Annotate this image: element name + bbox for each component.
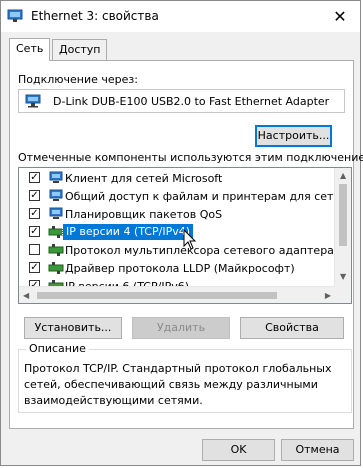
close-button[interactable]: ✕ — [320, 1, 360, 32]
list-item[interactable]: ✓ IP версии 4 (TCP/IPv4) — [19, 223, 335, 242]
list-item-label: IP версии 4 (TCP/IPv4) — [61, 223, 195, 241]
checkbox[interactable]: ✓ — [29, 208, 40, 219]
ok-button[interactable]: OK — [202, 439, 275, 461]
list-item[interactable]: ✓ Драйвер протокола LLDP (Майкрософт) — [19, 260, 335, 278]
network-protocol-icon — [48, 244, 64, 256]
list-item[interactable]: ✓ Планировщик пакетов QoS — [19, 206, 335, 224]
list-item-label: Клиент для сетей Microsoft — [65, 172, 223, 185]
description-text: Протокол TCP/IP. Стандартный протокол гл… — [24, 362, 332, 407]
cancel-button[interactable]: Отмена — [281, 439, 354, 461]
scroll-thumb[interactable] — [37, 292, 277, 299]
scroll-left-icon[interactable]: ◀ — [23, 291, 29, 300]
network-protocol-icon — [48, 262, 64, 274]
properties-dialog: Ethernet 3: свойства ✕ Сеть Доступ Подкл… — [0, 0, 363, 466]
scroll-right-icon[interactable]: ▶ — [325, 291, 331, 300]
connect-using-label: Подключение через: — [18, 73, 138, 86]
list-item[interactable]: Протокол мультиплексора сетевого адаптер… — [19, 242, 351, 260]
description-title: Описание — [26, 342, 89, 355]
network-service-icon — [49, 189, 63, 201]
network-client-icon — [49, 171, 63, 183]
list-item-label: Драйвер протокола LLDP (Майкрософт) — [65, 262, 295, 275]
tab-sharing[interactable]: Доступ — [52, 39, 108, 60]
uninstall-button: Удалить — [132, 317, 230, 339]
network-adapter-icon — [25, 94, 41, 108]
adapter-name: D-Link DUB-E100 USB2.0 to Fast Ethernet … — [53, 95, 330, 108]
horizontal-scrollbar[interactable]: ◀ ▶ — [19, 286, 335, 303]
scrollbar-corner — [334, 286, 351, 303]
list-item-label: Протокол мультиплексора сетевого адаптер… — [65, 244, 352, 257]
checkbox[interactable]: ✓ — [29, 190, 40, 201]
checkbox[interactable]: ✓ — [29, 262, 40, 273]
checkbox[interactable]: ✓ — [29, 172, 40, 183]
checkbox[interactable] — [29, 244, 40, 255]
window-title: Ethernet 3: свойства — [31, 9, 159, 23]
configure-button[interactable]: Настроить... — [255, 125, 332, 147]
list-item-label: Планировщик пакетов QoS — [65, 208, 223, 221]
vertical-scrollbar[interactable]: ▲ ▼ — [334, 168, 351, 286]
list-item[interactable]: ✓ Клиент для сетей Microsoft — [19, 170, 335, 188]
properties-button[interactable]: Свойства — [240, 317, 344, 339]
scroll-up-icon[interactable]: ▲ — [340, 171, 346, 180]
checkbox[interactable]: ✓ — [29, 226, 40, 237]
tab-network[interactable]: Сеть — [9, 38, 51, 61]
network-adapter-icon — [7, 9, 23, 22]
network-protocol-icon — [48, 226, 64, 238]
list-item-label: Общий доступ к файлам и принтерам для се… — [65, 190, 352, 203]
scroll-thumb[interactable] — [339, 184, 347, 246]
title-bar: Ethernet 3: свойства ✕ — [1, 1, 360, 32]
adapter-field: D-Link DUB-E100 USB2.0 to Fast Ethernet … — [18, 89, 345, 113]
network-service-icon — [49, 207, 63, 219]
mouse-pointer-icon — [183, 229, 197, 250]
install-button[interactable]: Установить... — [24, 317, 122, 339]
list-item[interactable]: ✓ Общий доступ к файлам и принтерам для … — [19, 188, 351, 206]
scroll-down-icon[interactable]: ▼ — [340, 272, 346, 281]
components-label: Отмеченные компоненты используются этим … — [18, 151, 363, 164]
